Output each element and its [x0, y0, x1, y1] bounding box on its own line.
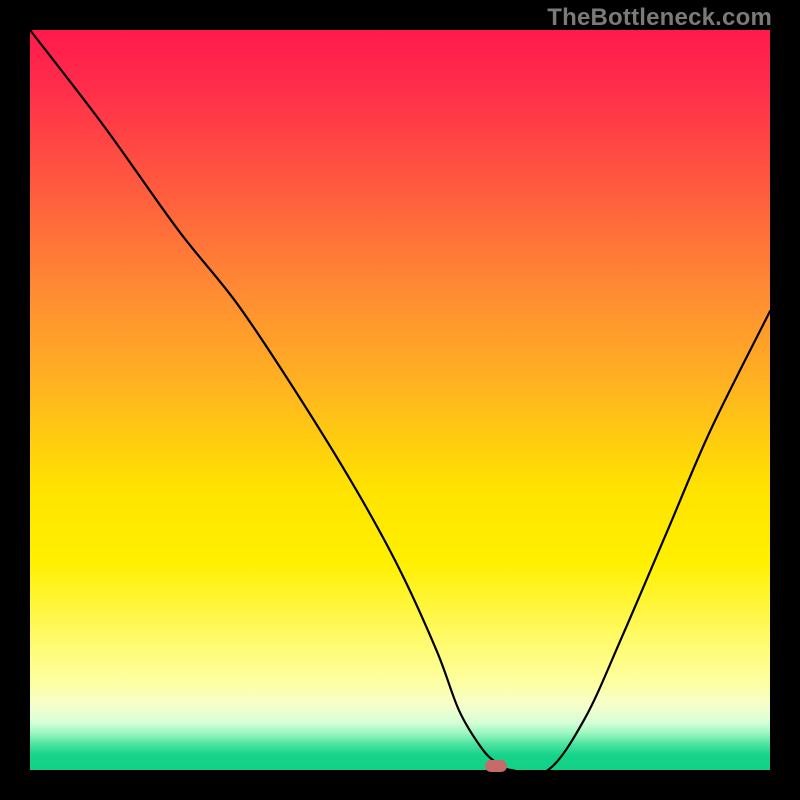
optimal-marker — [485, 760, 507, 772]
line-curve — [30, 30, 770, 770]
chart-frame: TheBottleneck.com — [0, 0, 800, 800]
watermark-text: TheBottleneck.com — [547, 4, 772, 32]
plot-area — [30, 30, 770, 770]
